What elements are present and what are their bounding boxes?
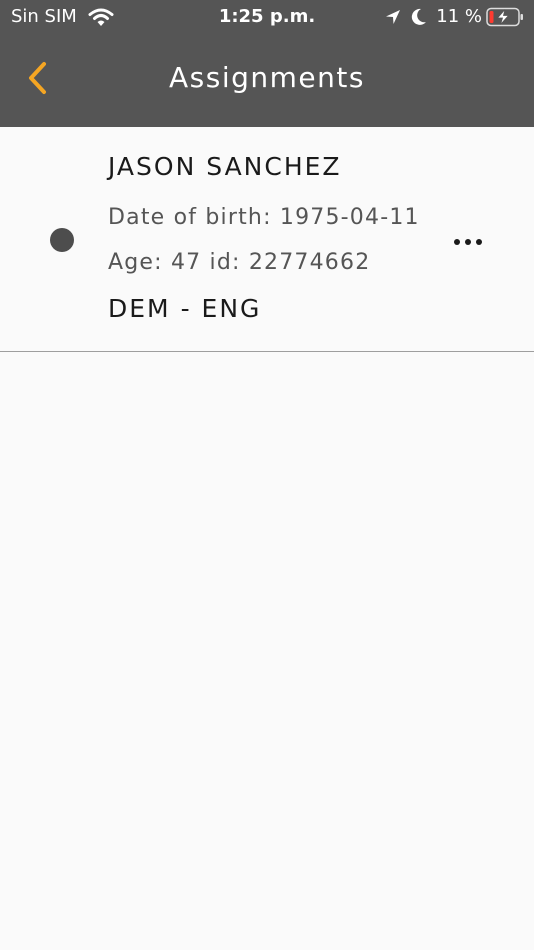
more-options-button[interactable] [448, 225, 488, 255]
moon-icon [411, 8, 427, 26]
age-and-id: Age: 47 id: 22774662 [108, 250, 371, 275]
language-pair: DEM - ENG [108, 294, 262, 323]
location-arrow-icon [385, 9, 401, 25]
assignment-list: JASON SANCHEZ Date of birth: 1975-04-11 … [0, 127, 534, 352]
app-header: Sin SIM 1:25 p.m. 11 % Assignments [0, 0, 534, 127]
status-bar: Sin SIM 1:25 p.m. 11 % [0, 0, 534, 36]
battery-charging-icon [486, 7, 524, 27]
status-dot-icon [50, 228, 74, 252]
status-indicators: 11 % [385, 5, 524, 29]
date-of-birth: Date of birth: 1975-04-11 [108, 205, 420, 230]
patient-name: JASON SANCHEZ [108, 152, 342, 181]
list-item[interactable]: JASON SANCHEZ Date of birth: 1975-04-11 … [0, 127, 534, 352]
page-title: Assignments [169, 61, 365, 94]
more-horizontal-icon [453, 231, 483, 250]
battery-percentage: 11 % [436, 6, 482, 27]
